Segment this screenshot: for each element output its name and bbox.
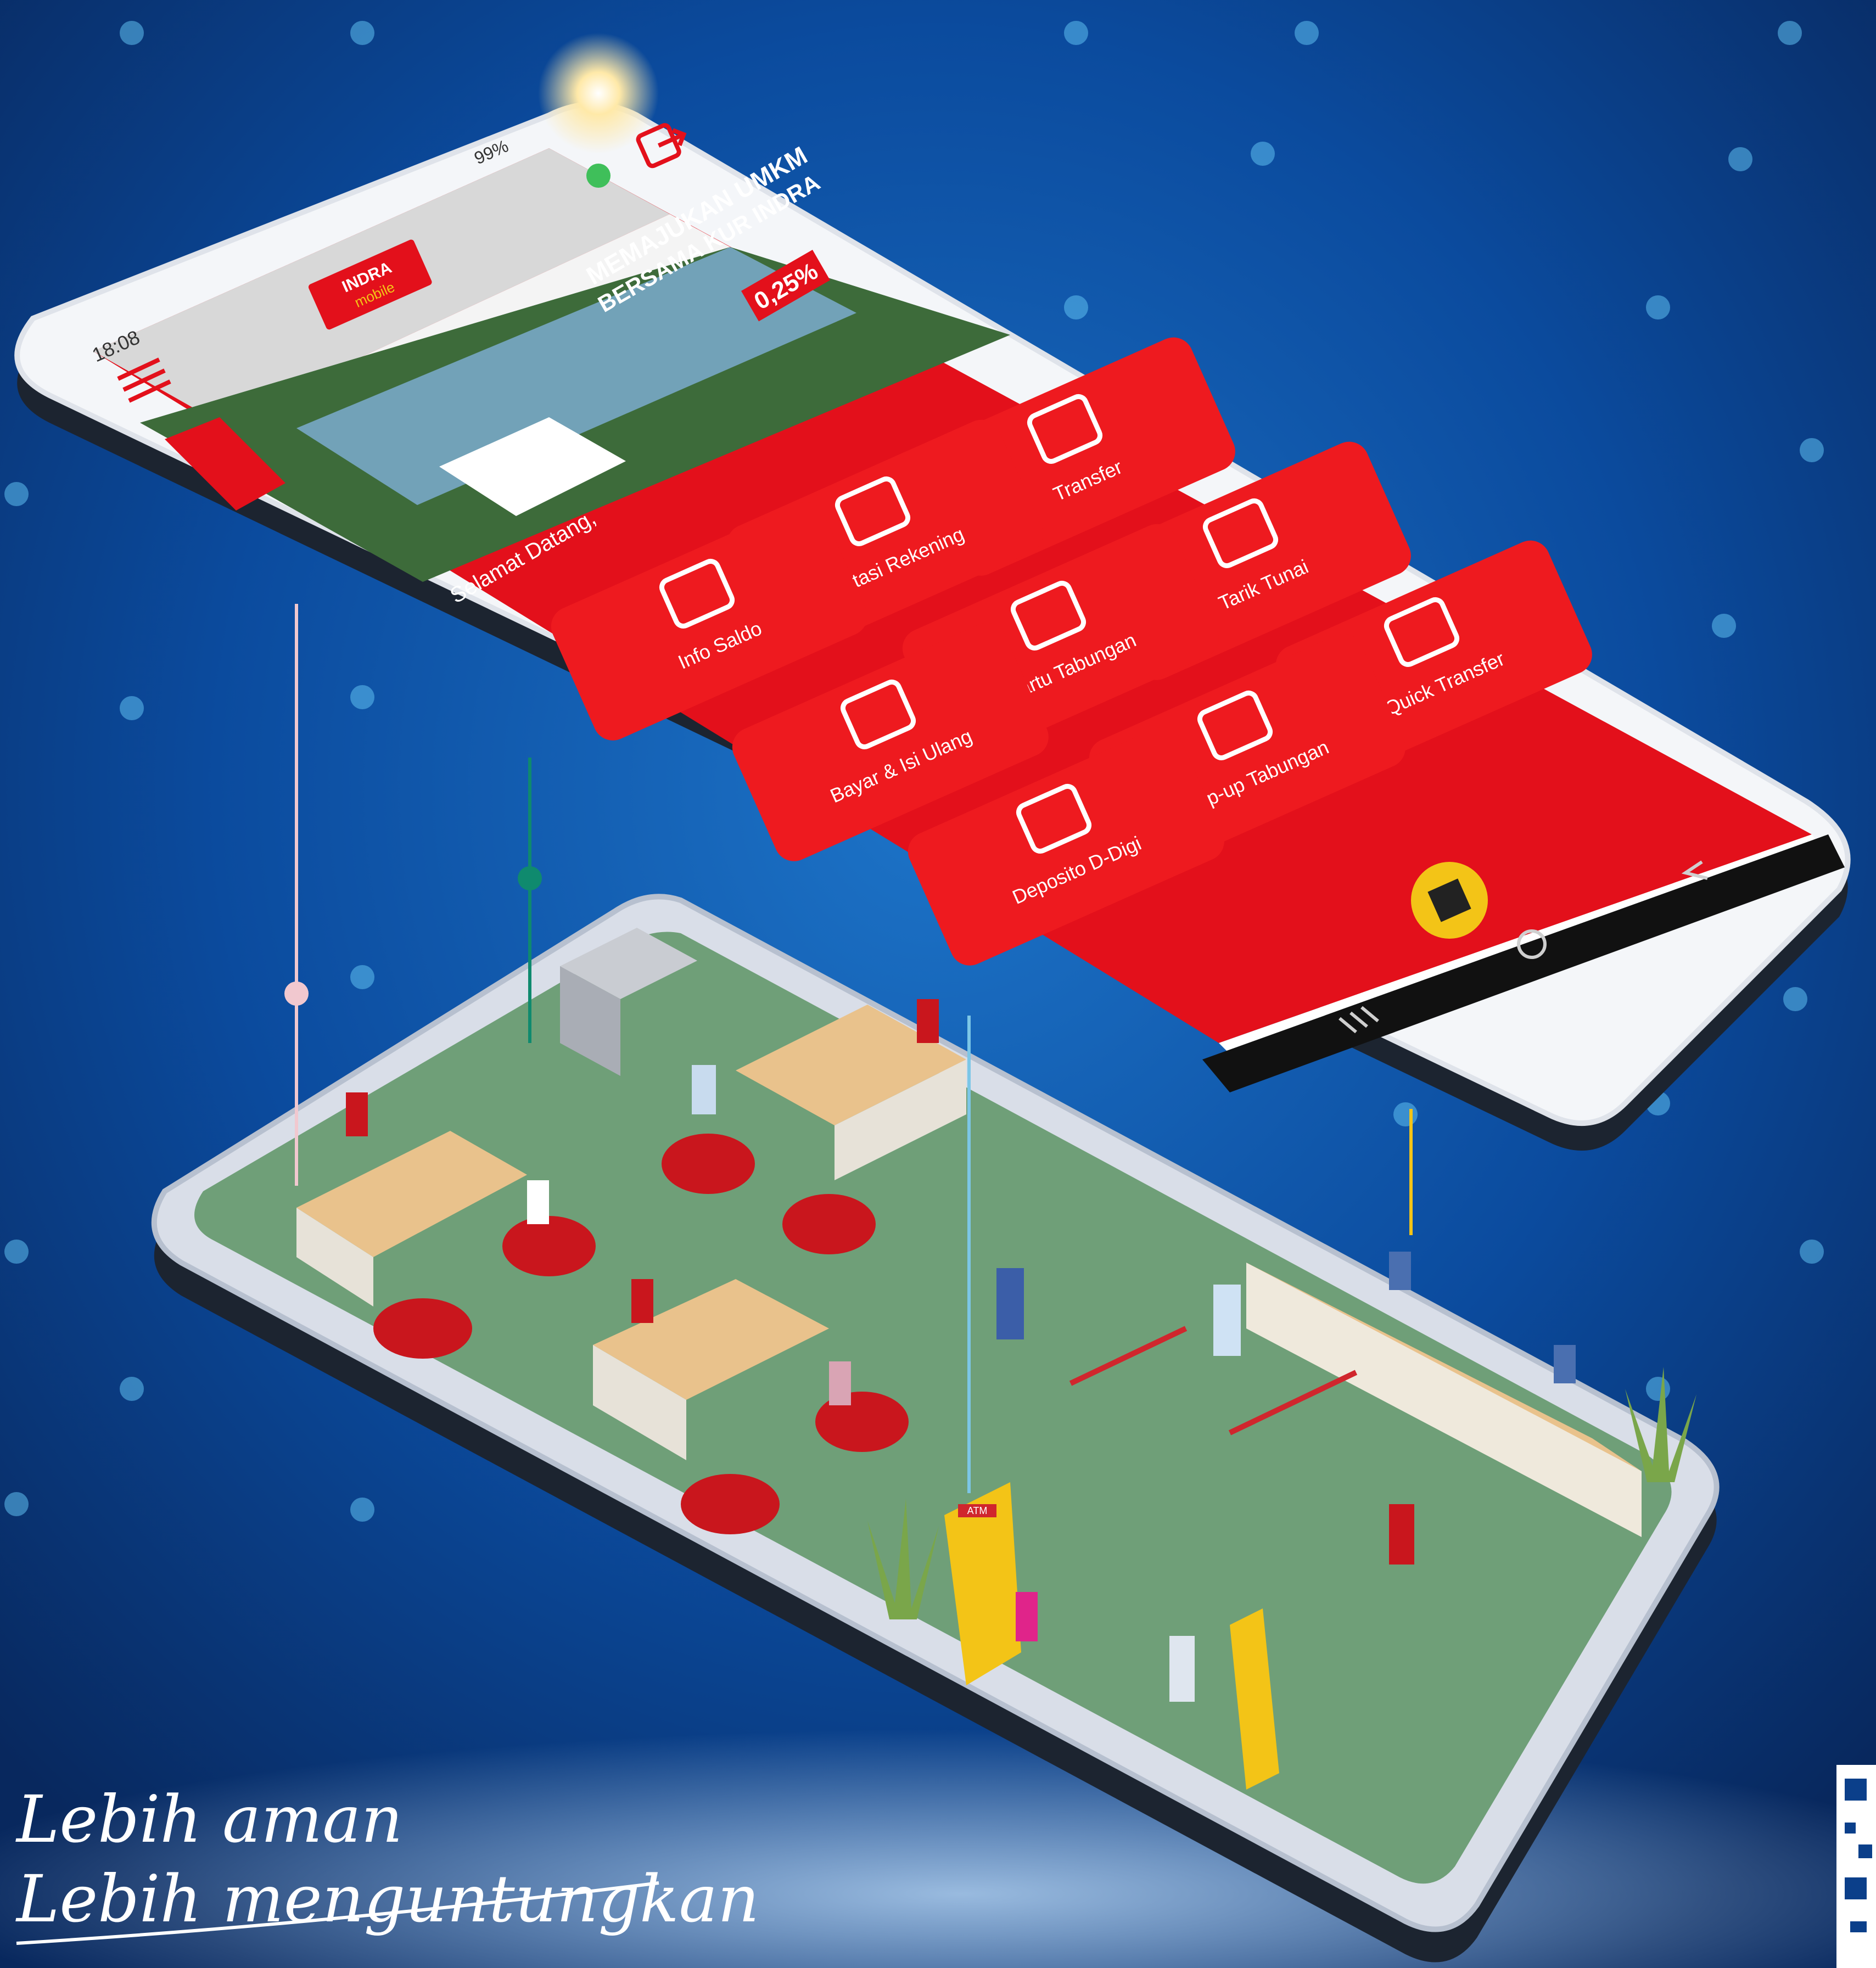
poster-scene: ATM 18:08 99% INDRA mobile MEMAJUKAN UMK… bbox=[0, 0, 1876, 1968]
atm-sign: ATM bbox=[967, 1505, 988, 1516]
online-status-icon bbox=[586, 164, 611, 188]
tagline-line1: Lebih aman bbox=[15, 1781, 403, 1857]
lens-flare bbox=[538, 33, 659, 154]
qr-code-icon bbox=[1836, 1765, 1876, 1968]
tagline-line2: Lebih menguntungkan bbox=[15, 1861, 759, 1937]
